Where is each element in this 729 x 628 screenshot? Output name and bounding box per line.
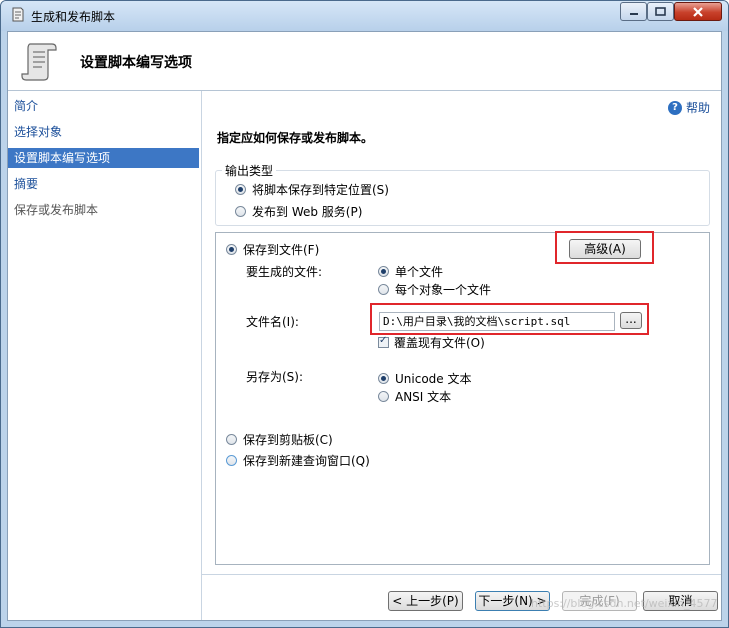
ansi-text-radio[interactable]: ANSI 文本 <box>378 388 451 405</box>
save-as-label: 另存为(S): <box>246 370 304 384</box>
page-title: 设置脚本编写选项 <box>80 55 192 71</box>
single-file-label: 单个文件 <box>395 265 444 279</box>
wizard-client: 设置脚本编写选项 简介 选择对象 设置脚本编写选项 摘要 保存或发布脚本 ? 帮… <box>7 31 722 621</box>
radio-selected-icon <box>378 373 389 384</box>
publish-web-radio[interactable]: 发布到 Web 服务(P) <box>235 203 362 220</box>
script-scroll-icon <box>12 7 24 22</box>
overwrite-checkbox[interactable]: 覆盖现有文件(O) <box>378 334 485 351</box>
minimize-button[interactable] <box>620 2 647 21</box>
radio-selected-icon <box>378 266 389 277</box>
radio-selected-icon <box>226 244 237 255</box>
overwrite-label: 覆盖现有文件(O) <box>394 336 485 350</box>
maximize-icon <box>655 7 666 16</box>
unicode-text-radio[interactable]: Unicode 文本 <box>378 370 471 387</box>
close-icon <box>693 6 703 17</box>
nav-item-intro[interactable]: 简介 <box>8 96 199 116</box>
nav-item-choose-objects[interactable]: 选择对象 <box>8 122 199 142</box>
title-bar[interactable]: 生成和发布脚本 <box>1 1 728 31</box>
file-per-object-radio[interactable]: 每个对象一个文件 <box>378 281 491 298</box>
checkbox-checked-icon <box>378 335 389 348</box>
minimize-icon <box>629 12 638 15</box>
watermark-text: https://blog.csdn.net/weixin_4577 <box>531 597 718 610</box>
save-to-location-label: 将脚本保存到特定位置(S) <box>252 183 389 197</box>
save-to-file-radio[interactable]: 保存到文件(F) <box>226 241 319 258</box>
output-type-label: 输出类型 <box>222 162 277 179</box>
help-link[interactable]: ? 帮助 <box>668 99 710 116</box>
files-to-generate-label: 要生成的文件: <box>246 265 323 279</box>
radio-unselected-icon <box>378 391 389 402</box>
instruction-text: 指定应如何保存或发布脚本。 <box>217 131 374 145</box>
script-scroll-icon <box>21 43 57 81</box>
footer-divider <box>202 574 721 575</box>
wizard-header: 设置脚本编写选项 <box>8 32 721 91</box>
advanced-button[interactable]: 高级(A) <box>569 239 641 259</box>
maximize-button[interactable] <box>647 2 674 21</box>
close-button[interactable] <box>674 2 722 21</box>
wizard-nav: 简介 选择对象 设置脚本编写选项 摘要 保存或发布脚本 <box>8 91 202 620</box>
main-content: ? 帮助 指定应如何保存或发布脚本。 输出类型 将脚本保存到特定位置(S) 发布… <box>202 91 721 620</box>
radio-unselected-icon <box>378 284 389 295</box>
radio-selected-icon <box>235 184 246 195</box>
radio-unselected-icon <box>235 206 246 217</box>
nav-item-save-or-publish: 保存或发布脚本 <box>14 203 99 217</box>
window-title: 生成和发布脚本 <box>31 10 116 24</box>
save-to-clipboard-label: 保存到剪贴板(C) <box>243 433 333 447</box>
browse-button[interactable]: ... <box>620 312 642 329</box>
wizard-window: 生成和发布脚本 设置脚本编写选项 简介 选择对象 设置脚本编写选项 摘要 保存或… <box>0 0 729 628</box>
file-per-object-label: 每个对象一个文件 <box>395 283 492 297</box>
nav-item-scripting-options[interactable]: 设置脚本编写选项 <box>8 148 199 168</box>
file-name-input[interactable]: D:\用户目录\我的文档\script.sql <box>379 312 615 331</box>
previous-button[interactable]: < 上一步(P) <box>388 591 463 611</box>
publish-web-label: 发布到 Web 服务(P) <box>252 205 363 219</box>
help-icon: ? <box>668 100 682 115</box>
output-type-group: 输出类型 将脚本保存到特定位置(S) 发布到 Web 服务(P) <box>215 162 710 226</box>
nav-item-summary[interactable]: 摘要 <box>8 174 199 194</box>
file-name-label: 文件名(I): <box>246 315 299 329</box>
radio-unselected-icon <box>226 455 237 466</box>
save-to-query-window-radio[interactable]: 保存到新建查询窗口(Q) <box>226 452 370 469</box>
unicode-text-label: Unicode 文本 <box>395 372 472 386</box>
ansi-text-label: ANSI 文本 <box>395 390 452 404</box>
save-to-clipboard-radio[interactable]: 保存到剪贴板(C) <box>226 431 333 448</box>
help-label: 帮助 <box>686 101 711 115</box>
save-to-query-window-label: 保存到新建查询窗口(Q) <box>243 454 370 468</box>
save-options-panel: 保存到文件(F) 高级(A) 要生成的文件: 单个文件 每个对象一个文件 文件名… <box>215 231 710 565</box>
single-file-radio[interactable]: 单个文件 <box>378 263 443 280</box>
save-to-file-label: 保存到文件(F) <box>243 243 320 257</box>
save-to-location-radio[interactable]: 将脚本保存到特定位置(S) <box>235 181 389 198</box>
radio-unselected-icon <box>226 434 237 445</box>
